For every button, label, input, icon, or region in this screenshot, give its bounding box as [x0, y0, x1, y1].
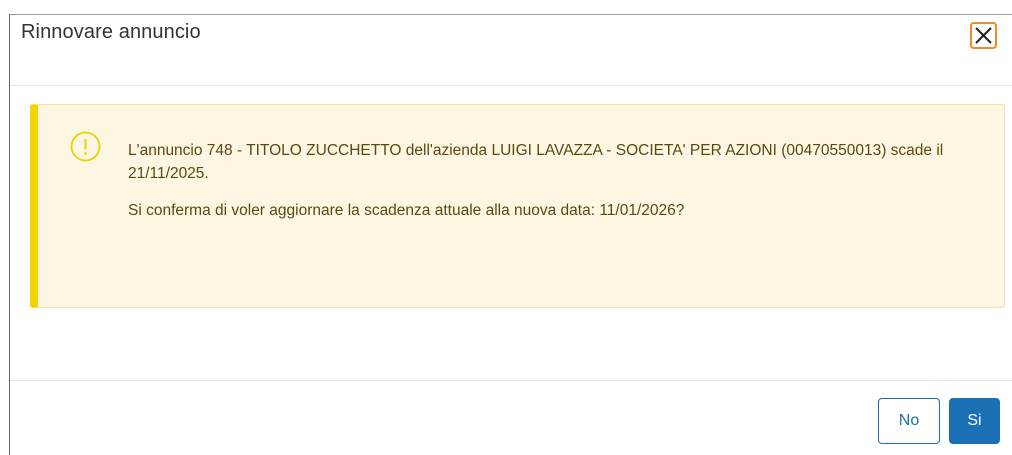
warning-alert: L'annuncio 748 - TITOLO ZUCCHETTO dell'a… [30, 104, 1005, 308]
no-button[interactable]: No [878, 398, 940, 444]
close-button[interactable] [970, 22, 997, 49]
renew-listing-dialog: Rinnovare annuncio L'annuncio 748 - TITO… [0, 0, 1012, 455]
close-icon [974, 26, 993, 45]
yes-button[interactable]: Si [949, 398, 1000, 444]
alert-message-expiry: L'annuncio 748 - TITOLO ZUCCHETTO dell'a… [128, 142, 944, 182]
dialog-footer [10, 380, 1012, 455]
warning-circle-icon [70, 131, 101, 162]
alert-message-confirm: Si conferma di voler aggiornare la scade… [128, 202, 685, 219]
dialog-title: Rinnovare annuncio [21, 21, 201, 43]
alert-message: L'annuncio 748 - TITOLO ZUCCHETTO dell'a… [128, 139, 948, 222]
